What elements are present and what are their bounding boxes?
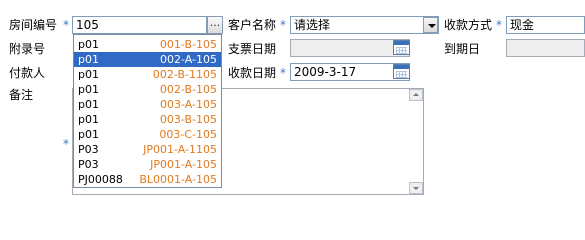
list-item[interactable]: p01 003-C-105 (74, 127, 221, 142)
room-no-input[interactable]: 105 (72, 16, 207, 34)
list-item-selected[interactable]: p01 002-A-105 (74, 52, 221, 67)
calendar-icon[interactable] (393, 40, 410, 55)
cheque-date-label: 支票日期 (228, 42, 277, 56)
list-item[interactable]: p01 002-B-1105 (74, 67, 221, 82)
attach-no-label: 附录号 (9, 42, 46, 56)
required-marker: * (280, 18, 286, 32)
receive-date-label: 收款日期 (228, 66, 277, 80)
receive-date-input[interactable]: 2009-3-17 (290, 63, 410, 81)
list-item[interactable]: p01 001-B-105 (74, 37, 221, 52)
customer-select[interactable]: 请选择 (290, 16, 439, 34)
room-no-autocomplete-list: p01 001-B-105 p01 002-A-105 p01 002-B-11… (73, 34, 222, 188)
room-no-label: 房间编号 (9, 18, 58, 32)
notes-label: 备注 (9, 88, 34, 102)
due-date-input[interactable] (506, 39, 585, 57)
receive-date-value: 2009-3-17 (294, 65, 357, 79)
scroll-up-icon[interactable] (409, 89, 423, 101)
room-no-value: 105 (76, 18, 99, 32)
scroll-down-icon[interactable] (409, 182, 423, 194)
calendar-icon[interactable] (393, 64, 410, 79)
list-item[interactable]: p01 003-A-105 (74, 97, 221, 112)
required-marker: * (496, 18, 502, 32)
chevron-down-icon[interactable] (423, 17, 438, 33)
list-item[interactable]: PJ00088 BL0001-A-105 (74, 172, 221, 187)
customer-label: 客户名称 (228, 18, 277, 32)
required-marker: * (63, 137, 69, 151)
pay-method-value: 现金 (510, 18, 535, 32)
pay-method-label: 收款方式 (444, 18, 493, 32)
list-item[interactable]: P03 JP001-A-105 (74, 157, 221, 172)
list-item[interactable]: p01 002-B-105 (74, 82, 221, 97)
room-no-browse-button[interactable]: ... (207, 16, 223, 34)
customer-value: 请选择 (294, 18, 331, 32)
cheque-date-input[interactable] (290, 39, 410, 57)
due-date-label: 到期日 (444, 42, 481, 56)
pay-method-input[interactable]: 现金 (506, 16, 585, 34)
required-marker: * (280, 66, 286, 80)
required-marker: * (63, 18, 69, 32)
payer-label: 付款人 (9, 66, 46, 80)
list-item[interactable]: p01 003-B-105 (74, 112, 221, 127)
list-item[interactable]: P03 JP001-A-1105 (74, 142, 221, 157)
